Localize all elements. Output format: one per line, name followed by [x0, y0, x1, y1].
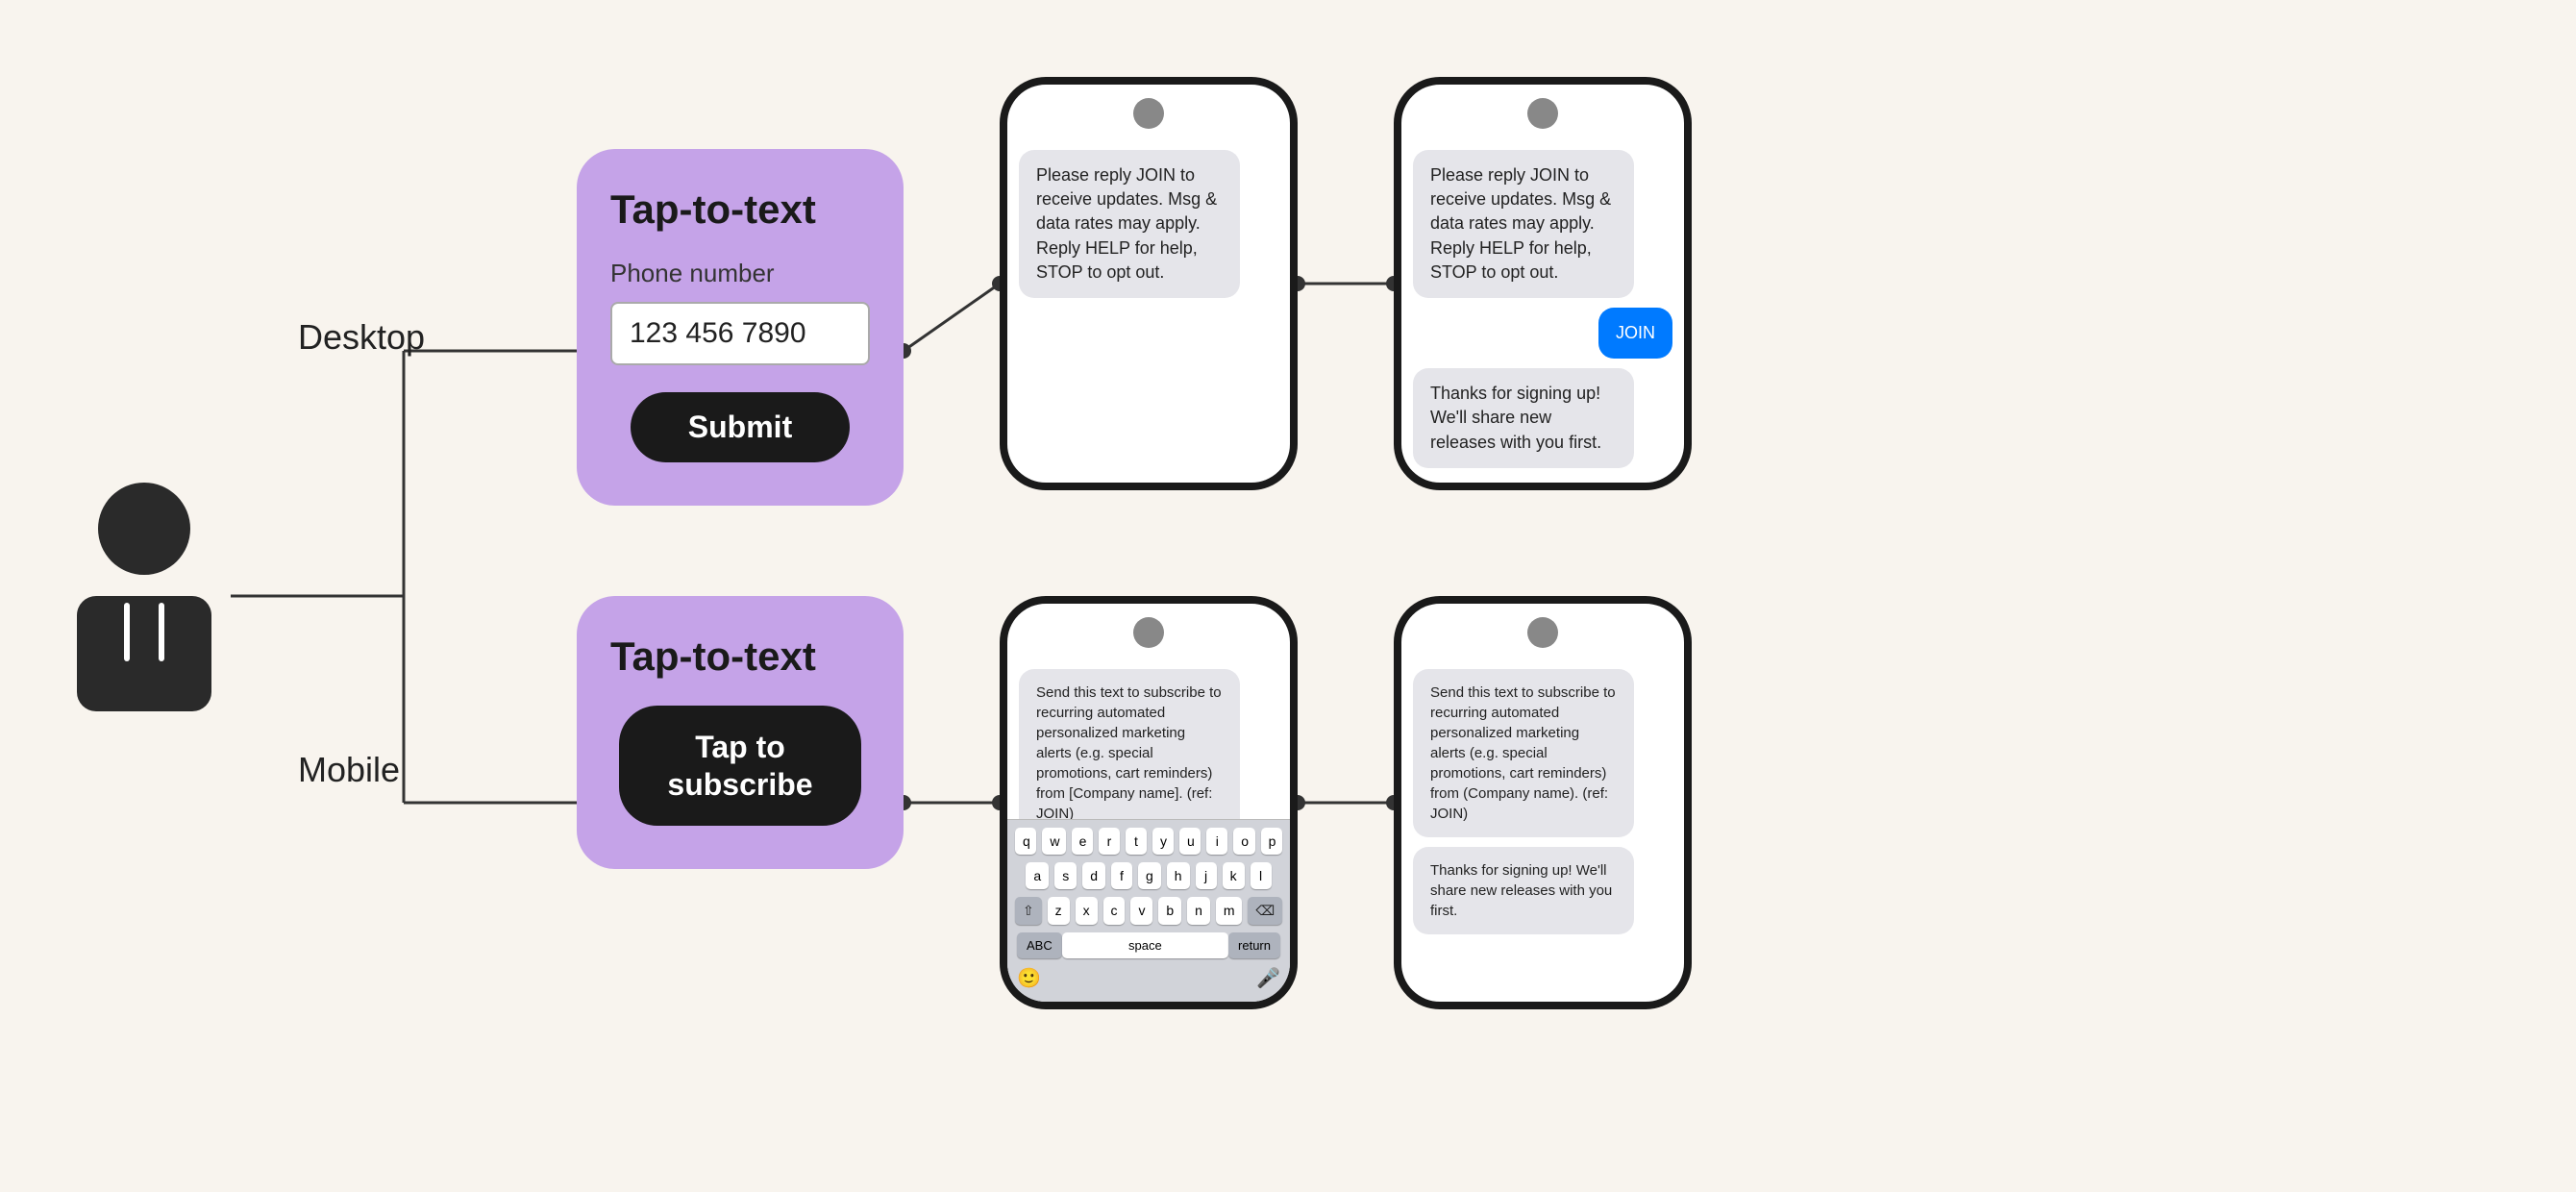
phone-top-left: Please reply JOIN to receive updates. Ms… [1000, 77, 1298, 490]
key-k: k [1223, 862, 1245, 889]
desktop-tap-widget: Tap-to-text Phone number Submit [577, 149, 904, 506]
phone-camera-2 [1527, 98, 1558, 129]
key-c: c [1103, 897, 1126, 925]
person-icon [38, 461, 250, 731]
phone-bot-right: Send this text to subscribe to recurring… [1394, 596, 1692, 1009]
phone-camera-4 [1527, 617, 1558, 648]
message-bubble-join: JOIN [1598, 308, 1672, 359]
key-shift: ⇧ [1015, 897, 1042, 925]
key-abc: ABC [1017, 932, 1062, 958]
mobile-tap-widget: Tap-to-text Tap tosubscribe [577, 596, 904, 869]
key-n: n [1187, 897, 1210, 925]
key-j: j [1196, 862, 1217, 889]
key-y: y [1152, 828, 1174, 855]
key-s: s [1054, 862, 1077, 889]
phone-input[interactable] [610, 302, 870, 365]
key-b: b [1158, 897, 1181, 925]
message-bubble-subscribe-2: Send this text to subscribe to recurring… [1413, 669, 1634, 837]
key-o: o [1233, 828, 1254, 855]
emoji-icon: 🙂 [1017, 966, 1041, 990]
key-return: return [1228, 932, 1280, 958]
key-space: space [1062, 932, 1228, 958]
phone-number-label: Phone number [610, 259, 775, 288]
key-r: r [1099, 828, 1120, 855]
keyboard-area: q w e r t y u i o p a s d f g h j k l ⇧ … [1007, 819, 1290, 1002]
key-z: z [1048, 897, 1070, 925]
key-h: h [1167, 862, 1190, 889]
phone-bot-right-content: Send this text to subscribe to recurring… [1413, 669, 1672, 990]
message-bubble-thanks-2: Thanks for signing up! We'll share new r… [1413, 847, 1634, 934]
phone-camera [1133, 98, 1164, 129]
phone-bot-left: Send this text to subscribe to recurring… [1000, 596, 1298, 1009]
phone-top-right-content: Please reply JOIN to receive updates. Ms… [1413, 150, 1672, 471]
key-m: m [1216, 897, 1243, 925]
key-backspace: ⌫ [1248, 897, 1282, 925]
tap-to-subscribe-button[interactable]: Tap tosubscribe [619, 706, 860, 826]
mobile-label: Mobile [298, 750, 400, 790]
key-u: u [1179, 828, 1201, 855]
message-bubble-thanks: Thanks for signing up! We'll share new r… [1413, 368, 1634, 468]
key-a: a [1026, 862, 1049, 889]
key-q: q [1015, 828, 1036, 855]
keyboard-row-2: a s d f g h j k l [1009, 858, 1288, 893]
key-v: v [1130, 897, 1152, 925]
key-d: d [1082, 862, 1105, 889]
message-bubble-2: Please reply JOIN to receive updates. Ms… [1413, 150, 1634, 298]
key-g: g [1138, 862, 1161, 889]
desktop-label: Desktop [298, 317, 425, 358]
message-bubble-subscribe: Send this text to subscribe to recurring… [1019, 669, 1240, 837]
keyboard-row-1: q w e r t y u i o p [1009, 824, 1288, 858]
key-x: x [1076, 897, 1098, 925]
phone-top-right: Please reply JOIN to receive updates. Ms… [1394, 77, 1692, 490]
keyboard-row-3: ⇧ z x c v b n m ⌫ [1009, 893, 1288, 929]
mic-icon: 🎤 [1256, 966, 1280, 990]
keyboard-icons-row: 🙂 🎤 [1009, 962, 1288, 994]
key-t: t [1126, 828, 1147, 855]
message-bubble-1: Please reply JOIN to receive updates. Ms… [1019, 150, 1240, 298]
mobile-widget-title: Tap-to-text [610, 634, 816, 679]
key-p: p [1261, 828, 1282, 855]
key-e: e [1072, 828, 1093, 855]
phone-camera-3 [1133, 617, 1164, 648]
key-f: f [1111, 862, 1132, 889]
phone-top-left-content: Please reply JOIN to receive updates. Ms… [1019, 150, 1278, 471]
desktop-widget-title: Tap-to-text [610, 187, 816, 232]
key-w: w [1042, 828, 1065, 855]
key-l: l [1251, 862, 1272, 889]
keyboard-bottom: ABC space return [1009, 929, 1288, 962]
submit-button[interactable]: Submit [631, 392, 850, 462]
key-i: i [1206, 828, 1227, 855]
